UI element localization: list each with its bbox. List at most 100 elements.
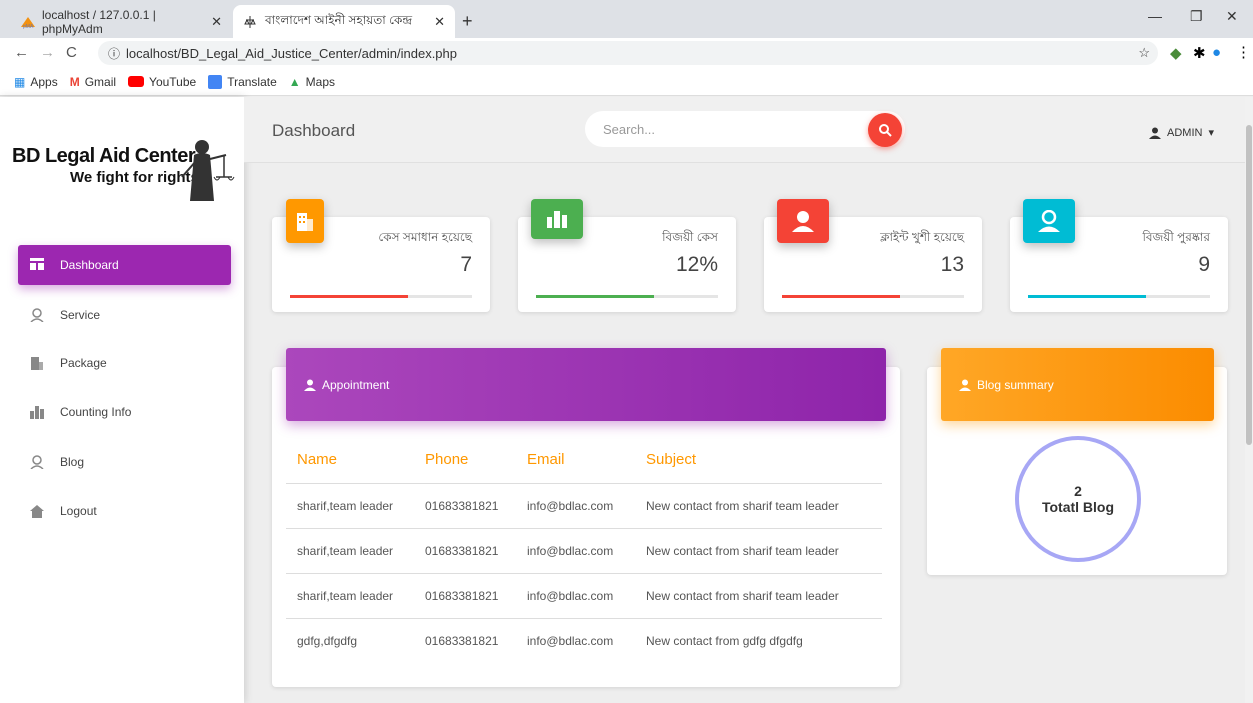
column-header: Name: [286, 437, 414, 484]
tab-label: localhost / 127.0.0.1 | phpMyAdm: [42, 7, 156, 36]
lady-justice-icon: [181, 140, 235, 201]
browser-tab-strip: pMA localhost / 127.0.0.1 | phpMyAdm ✕ ব…: [0, 0, 1253, 38]
stat-card-happy-clients: ক্লাইন্ট খুশী হয়েছে 13: [764, 199, 982, 312]
blog-count-caption: Totatl Blog: [1041, 499, 1115, 515]
search-placeholder: Search...: [603, 121, 656, 137]
user-name: ADMIN: [1167, 126, 1203, 139]
cell-email: info@bdlac.com: [516, 483, 635, 529]
reload-icon[interactable]: C: [66, 44, 77, 61]
cell-email: info@bdlac.com: [527, 633, 614, 648]
new-tab-button[interactable]: +: [462, 11, 473, 32]
page-title: Dashboard: [272, 121, 356, 140]
appointment-header: Appointment: [286, 348, 886, 421]
sidebar-item-label: Service: [60, 308, 101, 322]
logo-title: BD Legal Aid Center: [12, 145, 196, 167]
search-input[interactable]: Search...: [585, 111, 905, 147]
building-icon: [286, 199, 324, 243]
table-row: gdfg,dfgdfg 01683381821 info@bdlac.com N…: [286, 618, 882, 663]
bookmark-apps[interactable]: ▦ Apps: [14, 75, 58, 89]
cell-name: sharif,team leader: [286, 528, 414, 574]
sidebar-item-dashboard[interactable]: Dashboard: [18, 245, 231, 285]
restore-icon[interactable]: ❐: [1190, 8, 1203, 25]
close-icon[interactable]: ✕: [211, 14, 222, 30]
cell-email: info@bdlac.com: [516, 573, 635, 619]
url-field[interactable]: ⓘ localhost/BD_Legal_Aid_Justice_Center/…: [98, 41, 1158, 65]
brand-logo[interactable]: BD Legal Aid Center We fight for rights: [12, 137, 237, 207]
stat-card-winning-cases: বিজয়ী কেস 12%: [518, 199, 736, 312]
menu-dots-icon[interactable]: ⋮: [1236, 43, 1251, 61]
stat-progress-fill: [290, 295, 409, 298]
city-icon: [30, 405, 44, 419]
youtube-icon: [128, 76, 145, 87]
caret-down-icon: ▾: [1208, 127, 1214, 139]
extension-icon[interactable]: ◆: [1170, 44, 1182, 62]
sidebar-item-label: Package: [60, 356, 107, 370]
appointment-title: Appointment: [322, 377, 390, 392]
stat-label: বিজয়ী পুরষ্কার: [1142, 230, 1210, 244]
table-row: sharif,team leader 01683381821 info@bdla…: [286, 528, 882, 574]
cell-subject: New contact from sharif team leader: [635, 483, 882, 529]
forward-icon[interactable]: →: [40, 44, 55, 61]
justice-icon: [243, 15, 259, 29]
appointment-table: Name Phone Email Subject sharif,team lea…: [286, 437, 882, 663]
url-text: localhost/BD_Legal_Aid_Justice_Center/ad…: [126, 45, 458, 61]
cell-phone: 01683381821: [414, 483, 516, 529]
sidebar-item-blog[interactable]: Blog: [18, 442, 231, 482]
cell-email: info@bdlac.com: [516, 528, 635, 574]
browser-tab-active[interactable]: বাংলাদেশ আইনী সহায়তা কেন্দ্র ✕: [233, 5, 455, 38]
sidebar-item-label: Blog: [60, 455, 85, 469]
sidebar: BD Legal Aid Center We fight for rights …: [0, 97, 244, 703]
stat-progress: [536, 295, 718, 298]
blog-summary-header: Blog summary: [941, 348, 1214, 421]
maps-icon: ▲: [288, 74, 301, 89]
dashboard-icon: [30, 258, 44, 272]
back-icon[interactable]: ←: [14, 44, 29, 61]
apps-grid-icon: ▦: [14, 74, 26, 89]
minimize-icon[interactable]: —: [1148, 8, 1162, 24]
user-tie-icon: [1023, 199, 1075, 243]
stat-progress-fill: [782, 295, 901, 298]
blog-count: 2: [1074, 483, 1082, 499]
user-menu[interactable]: ADMIN ▾: [1149, 126, 1214, 139]
bookmark-translate[interactable]: Translate: [208, 74, 277, 89]
bookmark-maps[interactable]: ▲ Maps: [289, 75, 335, 89]
sidebar-item-label: Counting Info: [60, 405, 132, 419]
page-scrollbar[interactable]: [1245, 97, 1253, 703]
stat-progress: [782, 295, 964, 298]
stat-label: বিজয়ী কেস: [662, 230, 718, 244]
puzzle-icon[interactable]: ✱: [1193, 44, 1206, 62]
user-icon: [777, 199, 829, 243]
cell-subject: New contact from sharif team leader: [635, 573, 882, 619]
sidebar-item-counting-info[interactable]: Counting Info: [18, 392, 231, 432]
table-header-row: Name Phone Email Subject: [286, 437, 882, 484]
search-button[interactable]: [868, 113, 902, 147]
cell-subject: New contact from gdfg dfgdfg: [646, 633, 803, 648]
bookmark-gmail[interactable]: M Gmail: [70, 75, 116, 89]
browser-tab-phpmyadmin[interactable]: pMA localhost / 127.0.0.1 | phpMyAdm ✕: [10, 5, 232, 38]
stat-value: 12%: [675, 253, 718, 276]
stat-progress: [1028, 295, 1210, 298]
scrollbar-thumb[interactable]: [1246, 125, 1252, 445]
column-header: Email: [516, 437, 635, 484]
bookmark-youtube[interactable]: YouTube: [128, 75, 196, 89]
window-close-icon[interactable]: ✕: [1226, 8, 1238, 25]
sidebar-item-logout[interactable]: Logout: [18, 491, 231, 531]
phpmyadmin-icon: pMA: [20, 15, 36, 30]
cell-phone: 01683381821: [425, 633, 499, 648]
profile-icon[interactable]: ●: [1212, 44, 1221, 61]
gmail-icon: M: [69, 74, 80, 89]
star-icon[interactable]: ☆: [1138, 45, 1150, 61]
sidebar-item-label: Dashboard: [60, 258, 119, 272]
stat-card-cases-solved: কেস সমাধান হয়েছে 7: [272, 199, 490, 312]
close-icon[interactable]: ✕: [434, 14, 445, 30]
user-icon: [304, 379, 316, 391]
sidebar-item-service[interactable]: Service: [18, 295, 231, 335]
user-icon: [30, 308, 44, 323]
column-header: Subject: [635, 437, 882, 484]
tab-label: বাংলাদেশ আইনী সহায়তা কেন্দ্র: [265, 12, 413, 27]
cell-name: gdfg,dfgdfg: [297, 633, 358, 648]
sidebar-item-label: Logout: [60, 504, 97, 518]
sidebar-item-package[interactable]: Package: [18, 343, 231, 383]
top-bar: Dashboard Search... ADMIN ▾: [244, 97, 1253, 163]
svg-text:pMA: pMA: [23, 24, 34, 29]
